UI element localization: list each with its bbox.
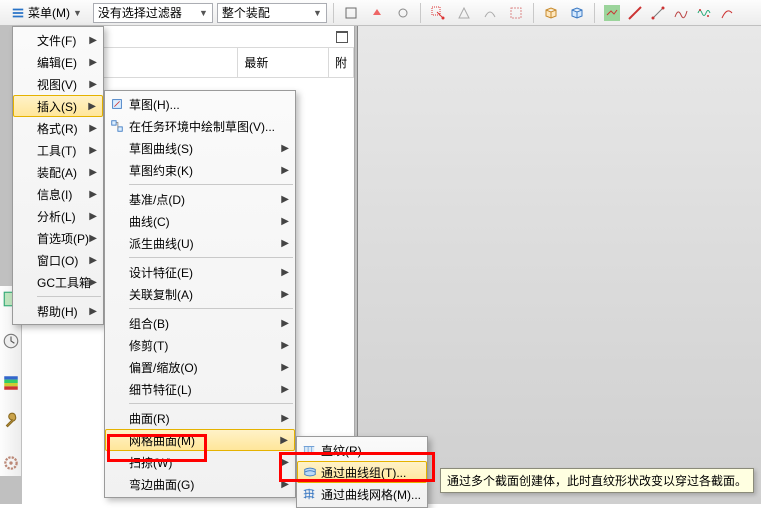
3d-viewport[interactable] <box>357 26 761 504</box>
submenu-item[interactable]: 曲线(C)▶ <box>105 210 295 232</box>
spline-tool[interactable] <box>670 2 692 24</box>
dropdown-arrow-icon: ▼ <box>313 8 322 18</box>
submenu-item[interactable]: 修剪(T)▶ <box>105 334 295 356</box>
line-tool[interactable] <box>624 2 646 24</box>
menu-item-12[interactable]: 帮助(H)▶ <box>13 300 103 322</box>
menu-item-1[interactable]: 编辑(E)▶ <box>13 51 103 73</box>
main-menu-dropdown: 文件(F)▶编辑(E)▶视图(V)▶插入(S)▶格式(R)▶工具(T)▶装配(A… <box>12 26 104 325</box>
submenu-item[interactable]: 曲面(R)▶ <box>105 407 295 429</box>
separator <box>420 3 421 23</box>
column-newest[interactable]: 最新 <box>238 48 329 77</box>
menu-item-7[interactable]: 信息(I)▶ <box>13 183 103 205</box>
main-menu-label: 菜单(M) <box>28 4 70 21</box>
submenu-item[interactable]: 细节特征(L)▶ <box>105 378 295 400</box>
settings-icon[interactable] <box>2 454 20 472</box>
submenu-item[interactable]: 草图(H)... <box>105 93 295 115</box>
menu-item-11[interactable]: GC工具箱▶ <box>13 271 103 293</box>
submenu-item[interactable]: 基准/点(D)▶ <box>105 188 295 210</box>
menu-item-10[interactable]: 窗口(O)▶ <box>13 249 103 271</box>
wave-tool[interactable] <box>693 2 715 24</box>
task-sketch-icon <box>109 118 125 134</box>
dropdown-arrow-icon: ▼ <box>199 8 208 18</box>
submenu-item[interactable]: 弯边曲面(G)▶ <box>105 473 295 495</box>
filter-tool-2[interactable] <box>366 2 388 24</box>
clock-icon[interactable] <box>2 332 20 350</box>
submenu-item[interactable]: 扫掠(W)▶ <box>105 451 295 473</box>
point-tool[interactable] <box>453 2 475 24</box>
separator <box>594 3 595 23</box>
submenu-item[interactable]: 直纹(R)... <box>297 439 427 461</box>
top-toolbar: 菜单(M) ▼ 没有选择过滤器 ▼ 整个装配 ▼ <box>0 0 761 26</box>
menu-item-3[interactable]: 插入(S)▶ <box>13 95 103 117</box>
menu-item-6[interactable]: 装配(A)▶ <box>13 161 103 183</box>
submenu-item[interactable]: 草图约束(K)▶ <box>105 159 295 181</box>
menu-item-4[interactable]: 格式(R)▶ <box>13 117 103 139</box>
main-menu-button[interactable]: 菜单(M) ▼ <box>4 2 89 24</box>
column-attach[interactable]: 附 <box>329 48 354 77</box>
cube-tool-1[interactable] <box>540 2 562 24</box>
filter-tool-3[interactable] <box>392 2 414 24</box>
submenu-item[interactable]: 设计特征(E)▶ <box>105 261 295 283</box>
curve-tool[interactable] <box>479 2 501 24</box>
ruled-icon <box>301 442 317 458</box>
submenu-item[interactable]: 偏置/缩放(O)▶ <box>105 356 295 378</box>
menu-item-2[interactable]: 视图(V)▶ <box>13 73 103 95</box>
menu-item-5[interactable]: 工具(T)▶ <box>13 139 103 161</box>
submenu-item[interactable]: 草图曲线(S)▶ <box>105 137 295 159</box>
graph-tool-1[interactable] <box>601 2 623 24</box>
rect-select-tool[interactable] <box>505 2 527 24</box>
wrench-icon[interactable] <box>2 412 20 430</box>
maximize-icon[interactable] <box>336 31 348 43</box>
arc-tool[interactable] <box>647 2 669 24</box>
menu-item-9[interactable]: 首选项(P)▶ <box>13 227 103 249</box>
submenu-item[interactable]: 在任务环境中绘制草图(V)... <box>105 115 295 137</box>
submenu-item[interactable]: 关联复制(A)▶ <box>105 283 295 305</box>
submenu-item[interactable]: 通过曲线网格(M)... <box>297 483 427 505</box>
filter-combo-value: 没有选择过滤器 <box>98 4 182 21</box>
gradient-icon[interactable] <box>2 374 20 392</box>
assembly-combo-value: 整个装配 <box>222 4 270 21</box>
submenu-item[interactable]: 通过曲线组(T)... <box>297 461 427 483</box>
dropdown-arrow-icon: ▼ <box>73 8 82 18</box>
insert-submenu: 草图(H)...在任务环境中绘制草图(V)...草图曲线(S)▶草图约束(K)▶… <box>104 90 296 498</box>
filter-tool-1[interactable] <box>340 2 362 24</box>
sketch-icon <box>109 96 125 112</box>
curve-tool-2[interactable] <box>716 2 738 24</box>
cube-tool-2[interactable] <box>566 2 588 24</box>
menu-item-8[interactable]: 分析(L)▶ <box>13 205 103 227</box>
assembly-combo[interactable]: 整个装配 ▼ <box>217 3 327 23</box>
separator <box>333 3 334 23</box>
curves-icon <box>302 464 318 480</box>
tooltip: 通过多个截面创建体，此时直纹形状改变以穿过各截面。 <box>440 468 754 493</box>
submenu-item[interactable]: 网格曲面(M)▶ <box>105 429 295 451</box>
select-tool[interactable] <box>427 2 449 24</box>
submenu-item[interactable]: 派生曲线(U)▶ <box>105 232 295 254</box>
filter-combo[interactable]: 没有选择过滤器 ▼ <box>93 3 213 23</box>
mesh-icon <box>301 486 317 502</box>
mesh-surface-submenu: 直纹(R)...通过曲线组(T)...通过曲线网格(M)... <box>296 436 428 508</box>
menu-item-0[interactable]: 文件(F)▶ <box>13 29 103 51</box>
separator <box>533 3 534 23</box>
submenu-item[interactable]: 组合(B)▶ <box>105 312 295 334</box>
